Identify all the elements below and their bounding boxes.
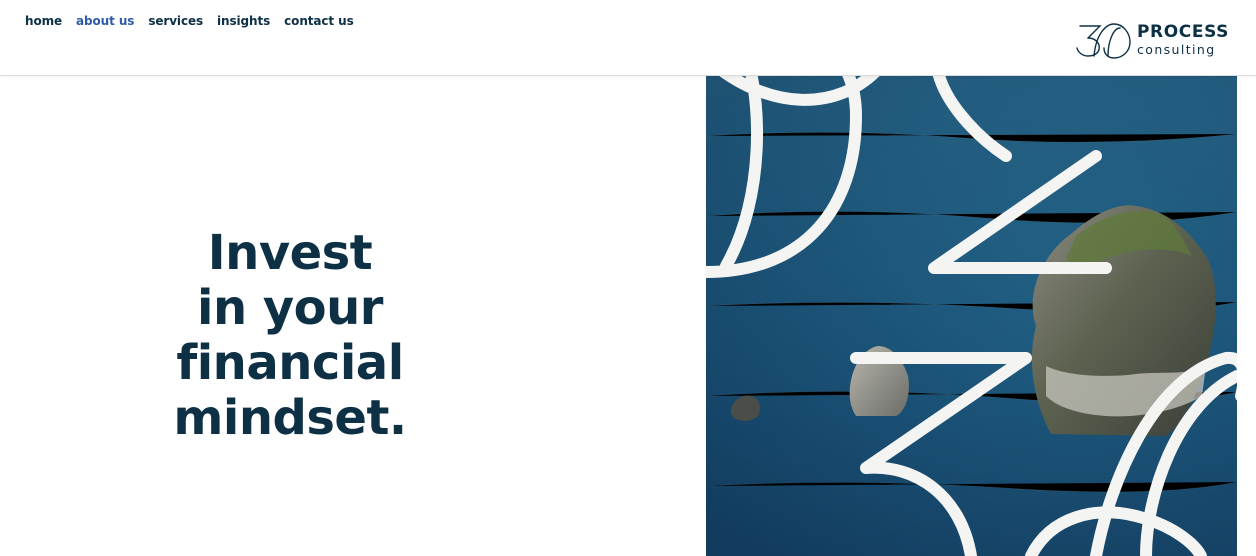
nav-services[interactable]: services <box>148 14 203 28</box>
nav-home[interactable]: home <box>25 14 62 28</box>
nav-insights[interactable]: insights <box>217 14 270 28</box>
nav-contact-us[interactable]: contact us <box>284 14 354 28</box>
hero-sea-rocks-image <box>706 76 1237 556</box>
brand-logo[interactable]: PROCESS consulting <box>1074 20 1240 62</box>
site-header: home about us services insights contact … <box>0 0 1256 76</box>
hero-heading: Invest in your financial mindset. <box>150 226 430 446</box>
hero-line-3: financial <box>176 335 404 391</box>
hero-line-4: mindset. <box>173 390 407 446</box>
hero-line-1: Invest <box>207 225 373 281</box>
logo-30-mark-icon <box>1076 23 1131 59</box>
main-nav: home about us services insights contact … <box>25 14 354 28</box>
sea-illustration <box>706 76 1237 556</box>
nav-about-us[interactable]: about us <box>76 14 134 28</box>
logo-subtitle: consulting <box>1137 42 1216 57</box>
logo-wordmark: PROCESS <box>1137 22 1230 42</box>
hero-line-2: in your <box>197 280 383 336</box>
